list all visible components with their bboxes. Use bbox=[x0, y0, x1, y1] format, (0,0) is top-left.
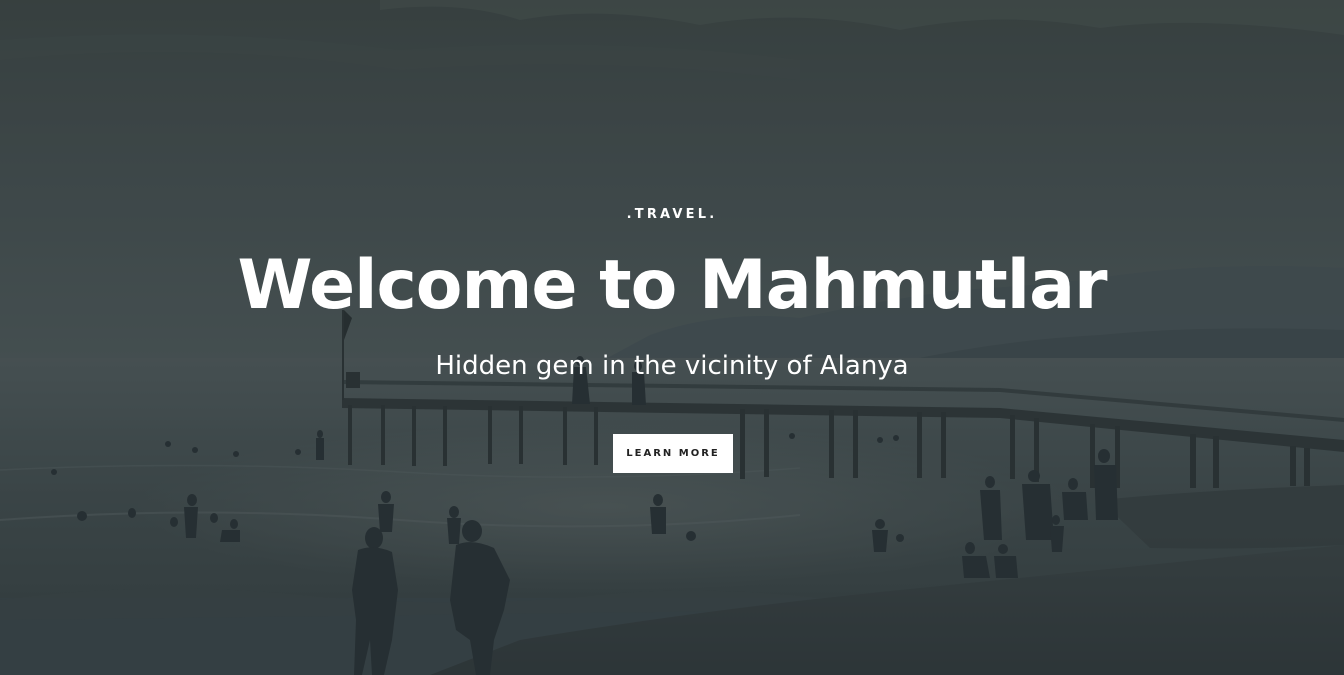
hero-content: .TRAVEL. Welcome to Mahmutlar Hidden gem… bbox=[0, 0, 1344, 675]
hero-subtitle: Hidden gem in the vicinity of Alanya bbox=[435, 351, 909, 381]
hero-title: Welcome to Mahmutlar bbox=[237, 246, 1107, 325]
learn-more-button[interactable]: LEARN MORE bbox=[613, 434, 733, 473]
hero-section: .TRAVEL. Welcome to Mahmutlar Hidden gem… bbox=[0, 0, 1344, 675]
hero-eyebrow-label: .TRAVEL. bbox=[626, 207, 718, 222]
